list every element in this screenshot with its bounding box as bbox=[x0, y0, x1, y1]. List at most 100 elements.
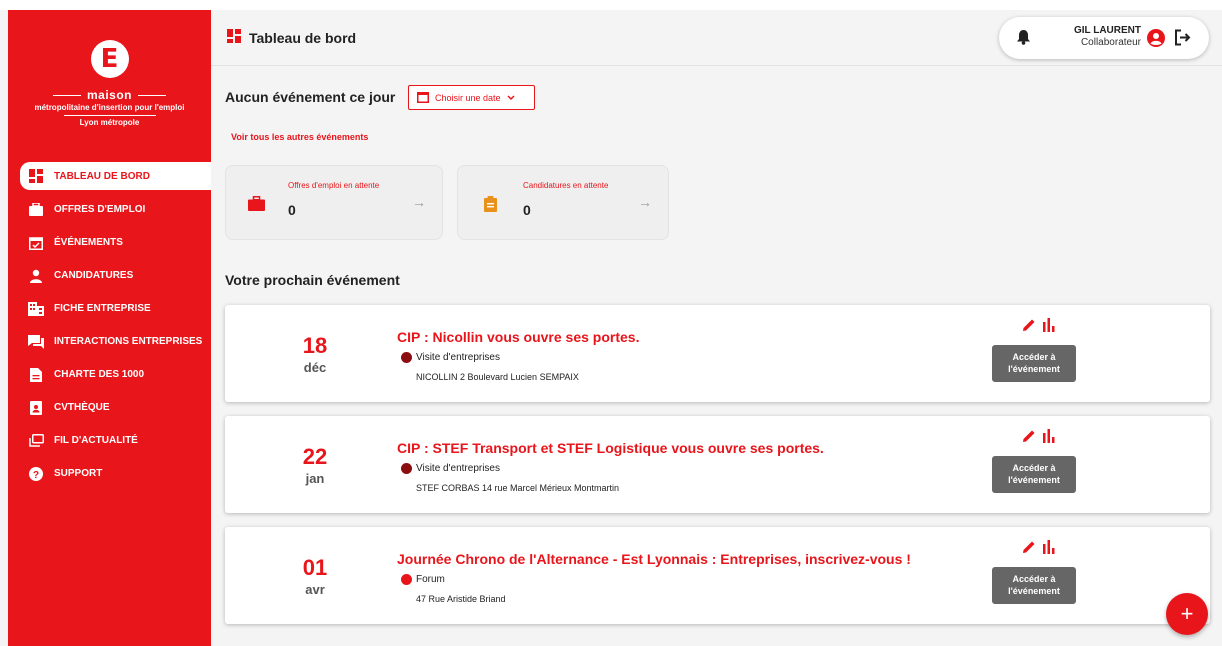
sidebar-item-label: CVTHÈQUE bbox=[54, 402, 110, 413]
event-type: Visite d'entreprises bbox=[401, 463, 500, 474]
event-card: 18 déc CIP : Nicollin vous ouvre ses por… bbox=[225, 305, 1210, 402]
calendar-icon bbox=[417, 91, 429, 105]
sidebar-item-tableau-de-bord[interactable]: TABLEAU DE BORD bbox=[20, 162, 211, 190]
event-type-dot bbox=[401, 352, 412, 363]
sidebar-item-interactions-entreprises[interactable]: INTERACTIONS ENTREPRISES bbox=[8, 325, 211, 358]
pending-applications-card[interactable]: Candidatures en attente 0 → bbox=[457, 165, 669, 240]
event-address: NICOLLIN 2 Boulevard Lucien SEMPAIX bbox=[416, 372, 579, 382]
sidebar-item-label: CHARTE DES 1000 bbox=[54, 369, 145, 380]
sidebar-item-label: SUPPORT bbox=[54, 468, 103, 479]
sidebar-item-fil-actualite[interactable]: FIL D'ACTUALITÉ bbox=[8, 424, 211, 457]
stats-icon[interactable] bbox=[1042, 540, 1056, 559]
sidebar-item-label: FICHE ENTREPRISE bbox=[54, 303, 151, 314]
calendar-check-icon bbox=[28, 236, 44, 250]
access-event-button[interactable]: Accéder à l'événement bbox=[992, 456, 1076, 493]
main-content: Aucun événement ce jour Choisir une date… bbox=[211, 66, 1222, 646]
sidebar-nav: TABLEAU DE BORD OFFRES D'EMPLOI ÉVÉNEMEN… bbox=[8, 160, 211, 490]
logout-icon[interactable] bbox=[1174, 29, 1191, 51]
event-type-label: Visite d'entreprises bbox=[416, 352, 500, 363]
event-day: 22 bbox=[302, 444, 328, 469]
sidebar-item-offres-emploi[interactable]: OFFRES D'EMPLOI bbox=[8, 193, 211, 226]
event-day: 01 bbox=[302, 555, 328, 580]
sidebar-item-label: CANDIDATURES bbox=[54, 270, 134, 281]
event-actions bbox=[1022, 429, 1056, 448]
logo-letter: E bbox=[100, 44, 119, 74]
briefcase-icon bbox=[248, 196, 265, 216]
edit-icon[interactable] bbox=[1022, 540, 1036, 559]
sidebar-item-candidatures[interactable]: CANDIDATURES bbox=[8, 259, 211, 292]
bell-icon[interactable] bbox=[1017, 30, 1030, 50]
event-month: avr bbox=[305, 582, 325, 597]
header: Tableau de bord GIL LAURENT Collaborateu… bbox=[211, 10, 1222, 66]
page-title: Tableau de bord bbox=[227, 29, 356, 46]
edit-icon[interactable] bbox=[1022, 318, 1036, 337]
no-event-heading: Aucun événement ce jour bbox=[225, 89, 396, 105]
user-menu: GIL LAURENT Collaborateur bbox=[999, 17, 1209, 59]
logo-subtitle: métropolitaine d'insertion pour l'emploi bbox=[34, 103, 185, 112]
choose-date-button[interactable]: Choisir une date bbox=[408, 85, 535, 110]
sidebar-item-label: FIL D'ACTUALITÉ bbox=[54, 435, 138, 446]
dashboard-icon bbox=[227, 29, 241, 46]
event-card: 22 jan CIP : STEF Transport et STEF Logi… bbox=[225, 416, 1210, 513]
user-role: Collaborateur bbox=[1080, 37, 1141, 48]
app-root: E maison métropolitaine d'insertion pour… bbox=[0, 0, 1222, 646]
page-title-text: Tableau de bord bbox=[249, 29, 357, 46]
sidebar-item-label: OFFRES D'EMPLOI bbox=[54, 204, 146, 215]
feed-icon bbox=[28, 433, 44, 448]
help-icon: ? bbox=[28, 466, 44, 481]
sidebar-item-evenements[interactable]: ÉVÉNEMENTS bbox=[8, 226, 211, 259]
pending-applications-label: Candidatures en attente bbox=[523, 181, 609, 190]
sidebar-item-cvtheque[interactable]: CVTHÈQUE bbox=[8, 391, 211, 424]
logo-title: maison bbox=[8, 88, 211, 102]
stats-icon[interactable] bbox=[1042, 318, 1056, 337]
event-type-label: Visite d'entreprises bbox=[416, 463, 500, 474]
access-event-button[interactable]: Accéder à l'événement bbox=[992, 345, 1076, 382]
event-type: Forum bbox=[401, 574, 445, 585]
event-type-dot bbox=[401, 463, 412, 474]
add-button[interactable]: + bbox=[1166, 593, 1208, 635]
sidebar-item-charte-des-1000[interactable]: CHARTE DES 1000 bbox=[8, 358, 211, 391]
event-type: Visite d'entreprises bbox=[401, 352, 500, 363]
dashboard-icon bbox=[28, 169, 44, 183]
sidebar: E maison métropolitaine d'insertion pour… bbox=[8, 10, 211, 646]
user-avatar-icon[interactable] bbox=[1147, 29, 1165, 52]
pending-offers-card[interactable]: Offres d'emploi en attente 0 → bbox=[225, 165, 443, 240]
event-actions bbox=[1022, 540, 1056, 559]
next-event-heading: Votre prochain événement bbox=[225, 272, 400, 288]
event-address: STEF CORBAS 14 rue Marcel Mérieux Montma… bbox=[416, 483, 620, 493]
chevron-down-icon bbox=[507, 93, 515, 103]
person-icon bbox=[28, 269, 44, 283]
event-day: 18 bbox=[302, 333, 328, 358]
user-name: GIL LAURENT bbox=[1073, 25, 1141, 36]
event-month: déc bbox=[303, 360, 327, 375]
all-events-link[interactable]: Voir tous les autres événements bbox=[231, 132, 368, 142]
chat-icon bbox=[28, 334, 44, 349]
access-event-button[interactable]: Accéder à l'événement bbox=[992, 567, 1076, 604]
event-title[interactable]: Journée Chrono de l'Alternance - Est Lyo… bbox=[397, 551, 911, 567]
pending-offers-label: Offres d'emploi en attente bbox=[288, 181, 380, 190]
event-type-label: Forum bbox=[416, 574, 445, 585]
logo[interactable]: E maison métropolitaine d'insertion pour… bbox=[8, 40, 211, 127]
pending-offers-value: 0 bbox=[288, 202, 296, 218]
arrow-right-icon: → bbox=[638, 194, 652, 210]
logo-region: Lyon métropole bbox=[63, 115, 156, 127]
event-title[interactable]: CIP : Nicollin vous ouvre ses portes. bbox=[397, 329, 639, 345]
pending-applications-value: 0 bbox=[523, 202, 531, 218]
choose-date-label: Choisir une date bbox=[435, 92, 501, 103]
arrow-right-icon: → bbox=[412, 194, 426, 210]
event-address: 47 Rue Aristide Briand bbox=[416, 594, 506, 604]
briefcase-icon bbox=[28, 203, 44, 217]
clipboard-icon bbox=[484, 196, 497, 217]
sidebar-item-label: TABLEAU DE BORD bbox=[54, 170, 150, 182]
stats-icon[interactable] bbox=[1042, 429, 1056, 448]
logo-mark: E bbox=[90, 40, 129, 78]
event-month: jan bbox=[305, 471, 325, 486]
event-actions bbox=[1022, 318, 1056, 337]
edit-icon[interactable] bbox=[1022, 429, 1036, 448]
cv-icon bbox=[28, 400, 44, 415]
sidebar-item-fiche-entreprise[interactable]: FICHE ENTREPRISE bbox=[8, 292, 211, 325]
sidebar-item-label: ÉVÉNEMENTS bbox=[54, 237, 123, 248]
sidebar-item-support[interactable]: ? SUPPORT bbox=[8, 457, 211, 490]
event-title[interactable]: CIP : STEF Transport et STEF Logistique … bbox=[397, 440, 824, 456]
document-icon bbox=[28, 367, 44, 382]
